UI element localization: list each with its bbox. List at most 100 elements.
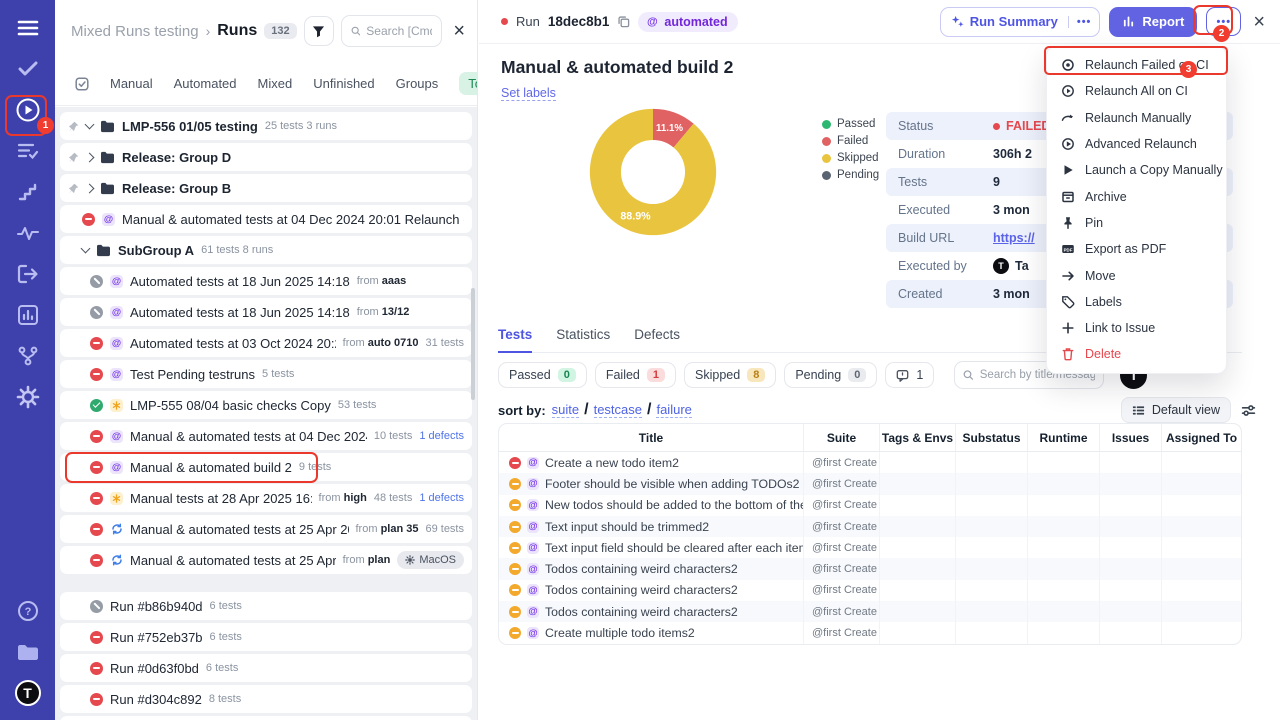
column-settings-icon[interactable] [1241, 403, 1256, 418]
filter-button[interactable] [304, 16, 334, 46]
donut-label-failed: 11.1% [656, 123, 683, 134]
run-row[interactable]: @Manual & automated tests at 04 Dec 2024… [60, 205, 472, 233]
sort-link-suite[interactable]: suite [552, 402, 579, 418]
tasks-check-icon[interactable] [14, 55, 42, 83]
default-view-button[interactable]: Default view [1121, 397, 1231, 423]
tab-statistics[interactable]: Statistics [556, 327, 610, 352]
menu-item-move[interactable]: Move [1047, 262, 1226, 288]
relaunch-all-icon [1061, 84, 1075, 98]
user-avatar[interactable]: T [14, 679, 42, 707]
report-button[interactable]: Report [1109, 7, 1197, 37]
test-row[interactable]: @Create a new todo item2@first Create ..… [499, 452, 1241, 473]
projects-folder-icon[interactable] [14, 638, 42, 666]
run-summary-button[interactable]: Run Summary ••• [940, 7, 1101, 37]
filter-chip-passed[interactable]: Passed0 [498, 362, 587, 388]
runs-folder-row[interactable]: Release: Group B [60, 174, 472, 202]
user-avatar: T [993, 258, 1009, 274]
steps-icon[interactable] [14, 178, 42, 206]
branch-icon[interactable] [14, 342, 42, 370]
run-row[interactable]: Run #0d63f0bd6 tests [60, 654, 472, 682]
breadcrumb-project[interactable]: Mixed Runs testing [71, 23, 199, 40]
import-icon[interactable] [14, 260, 42, 288]
menu-item-relaunch-all-on-ci[interactable]: Relaunch All on CI [1047, 78, 1226, 104]
filter-chip-skipped[interactable]: Skipped8 [684, 362, 776, 388]
menu-item-labels[interactable]: Labels [1047, 289, 1226, 315]
run-row[interactable]: Manual & automated tests at 25 Apr 2025 … [60, 546, 472, 574]
tab-tests[interactable]: Tests [498, 327, 532, 353]
run-row-selected[interactable]: @Manual & automated build 29 tests [60, 453, 472, 481]
runs-play-icon[interactable] [14, 96, 42, 124]
menu-item-relaunch-manually[interactable]: Relaunch Manually [1047, 105, 1226, 131]
menu-item-delete[interactable]: Delete [1047, 341, 1226, 367]
run-row[interactable]: Manual & automated tests at 25 Apr 2025 … [60, 515, 472, 543]
analytics-icon[interactable] [14, 301, 42, 329]
menu-item-advanced-relaunch[interactable]: Advanced Relaunch [1047, 131, 1226, 157]
runs-list-scrollbar[interactable] [471, 288, 475, 400]
filter-chip-failed[interactable]: Failed1 [595, 362, 676, 388]
runs-folder-row[interactable]: SubGroup A61 tests 8 runs [60, 236, 472, 264]
run-row[interactable]: @Test Pending testruns5 tests [60, 360, 472, 388]
sort-link-testcase[interactable]: testcase [594, 402, 642, 418]
column-header-runtime: Runtime [1027, 424, 1099, 451]
menu-item-archive[interactable]: Archive [1047, 183, 1226, 209]
menu-item-launch-a-copy-manually[interactable]: Launch a Copy Manually [1047, 157, 1226, 183]
menu-icon[interactable] [14, 14, 42, 42]
filter-chip-pending[interactable]: Pending0 [784, 362, 877, 388]
run-row[interactable]: Run #d304c8928 tests [60, 685, 472, 713]
test-row[interactable]: @Text input field should be cleared afte… [499, 537, 1241, 558]
run-row[interactable]: @Automated tests at 18 Jun 2025 14:18fro… [60, 298, 472, 326]
tab-defects[interactable]: Defects [634, 327, 680, 352]
run-row[interactable]: Run #752eb37b6 tests [60, 623, 472, 651]
runs-tab-unfinished[interactable]: Unfinished [313, 76, 374, 91]
settings-gear-icon[interactable] [14, 383, 42, 411]
runs-search[interactable] [341, 15, 443, 47]
pulse-icon[interactable] [14, 219, 42, 247]
list-check-icon[interactable] [14, 137, 42, 165]
detail-close-icon[interactable]: × [1250, 12, 1268, 32]
runs-tab-automated[interactable]: Automated [174, 76, 237, 91]
menu-item-relaunch-failed-on-ci[interactable]: Relaunch Failed on CI [1047, 52, 1226, 78]
run-row[interactable]: Manual tests at 28 Apr 2025 16:50from hi… [60, 484, 472, 512]
build-url-link[interactable]: https:// [993, 231, 1035, 245]
runs-folder-row[interactable]: Release: Group D [60, 143, 472, 171]
skipped-status-icon [509, 627, 521, 639]
menu-item-link-to-issue[interactable]: Link to Issue [1047, 315, 1226, 341]
test-row[interactable]: @New todos should be added to the bottom… [499, 495, 1241, 516]
runs-panel-close-icon[interactable]: × [449, 21, 469, 41]
sort-link-failure[interactable]: failure [656, 402, 691, 418]
copy-icon[interactable] [617, 15, 630, 28]
automated-badge[interactable]: @automated [638, 12, 737, 32]
test-row[interactable]: @Text input should be trimmed2@first Cre… [499, 516, 1241, 537]
chevron-right-icon[interactable] [85, 152, 95, 162]
test-row[interactable]: @Todos containing weird characters2@firs… [499, 558, 1241, 579]
menu-item-pin[interactable]: Pin [1047, 210, 1226, 236]
more-actions-button[interactable]: ••• [1206, 7, 1241, 36]
menu-item-export-as-pdf[interactable]: PDFExport as PDF [1047, 236, 1226, 262]
run-row[interactable]: @Automated tests at 18 Jun 2025 14:18fro… [60, 267, 472, 295]
comments-filter-chip[interactable]: 1 [885, 362, 934, 388]
run-row[interactable]: Run #26d301455 tests [60, 716, 472, 720]
runs-tab-mixed[interactable]: Mixed [258, 76, 293, 91]
runs-search-input[interactable] [366, 24, 432, 38]
set-labels-link[interactable]: Set labels [501, 86, 556, 101]
test-row[interactable]: @Todos containing weird characters2@firs… [499, 580, 1241, 601]
test-row[interactable]: @Todos containing weird characters2@firs… [499, 601, 1241, 622]
skipped-status-icon [509, 584, 521, 596]
runs-tab-groups[interactable]: Groups [396, 76, 439, 91]
legend-dot [822, 137, 831, 146]
run-row[interactable]: Run #b86b940d6 tests [60, 592, 472, 620]
chevron-down-icon[interactable] [85, 120, 95, 130]
run-summary-more-icon[interactable]: ••• [1068, 16, 1100, 28]
runs-folder-row[interactable]: LMP-556 01/05 testing25 tests 3 runs [60, 112, 472, 140]
runs-tab-manual[interactable]: Manual [110, 76, 153, 91]
run-row[interactable]: @Manual & automated tests at 04 Dec 2024… [60, 422, 472, 450]
chevron-down-icon[interactable] [81, 244, 91, 254]
chevron-right-icon[interactable] [85, 183, 95, 193]
run-row[interactable]: LMP-555 08/04 basic checks Copy53 tests [60, 391, 472, 419]
help-icon[interactable]: ? [14, 597, 42, 625]
test-row[interactable]: @Create multiple todo items2@first Creat… [499, 622, 1241, 643]
runs-tab-to[interactable]: To [459, 72, 477, 95]
run-row[interactable]: @Automated tests at 03 Oct 2024 20:25fro… [60, 329, 472, 357]
test-row[interactable]: @Footer should be visible when adding TO… [499, 473, 1241, 494]
select-all-icon[interactable] [75, 77, 89, 91]
